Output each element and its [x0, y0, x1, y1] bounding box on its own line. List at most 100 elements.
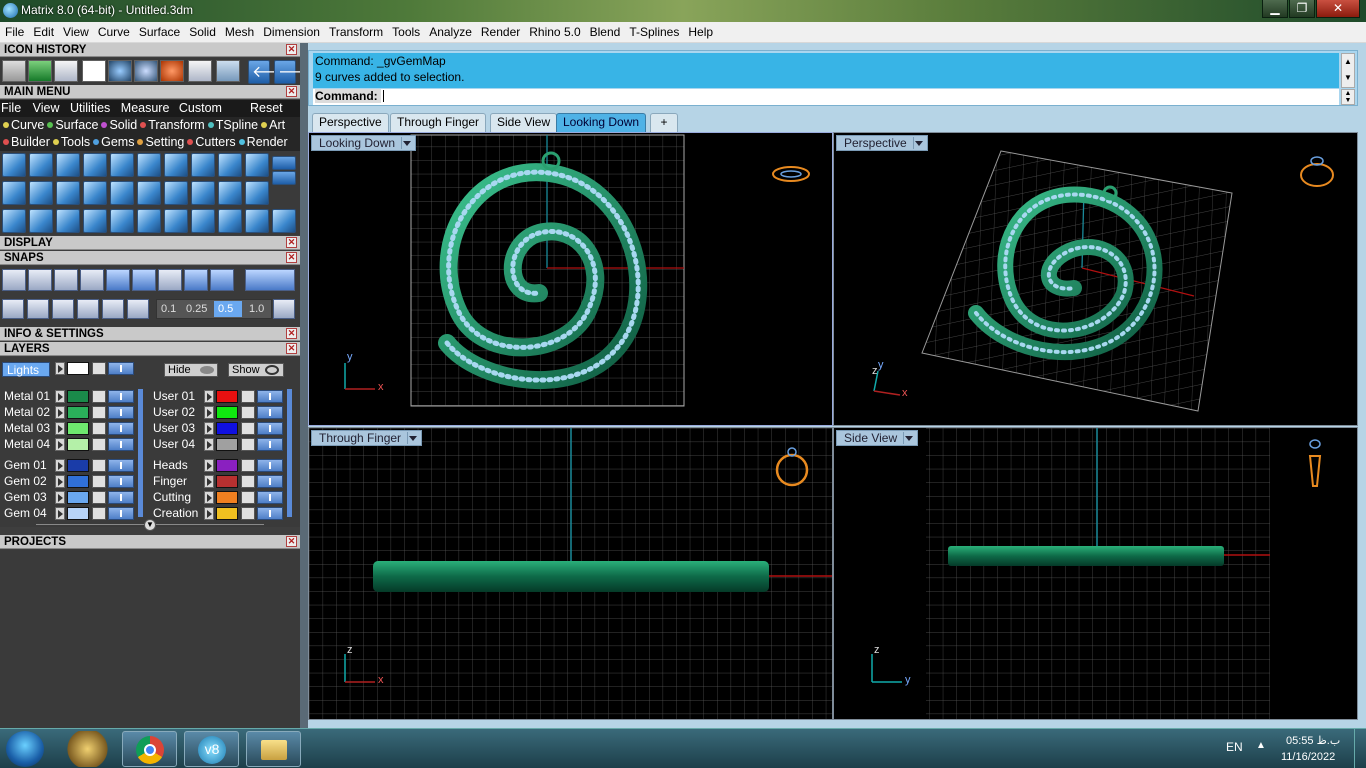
category-solid[interactable]: Solid [101, 117, 137, 134]
snap-value-10[interactable]: 1.0 [249, 303, 264, 315]
snap-toggle-button[interactable] [245, 269, 295, 291]
layer-row[interactable]: User 01 [149, 389, 294, 404]
layer-arrow-icon[interactable] [55, 459, 65, 472]
category-render[interactable]: Render [238, 134, 288, 151]
clock-date[interactable]: 11/16/2022 [1281, 751, 1335, 763]
lock-icon[interactable] [92, 422, 106, 435]
show-button[interactable]: Show [228, 363, 284, 377]
layer-name[interactable]: Metal 03 [0, 421, 52, 436]
layer-name[interactable]: Metal 01 [0, 389, 52, 404]
layers-scroll-bar-left[interactable] [138, 389, 143, 517]
category-surface[interactable]: Surface [47, 117, 98, 134]
layer-name[interactable]: Cutting [149, 490, 201, 505]
right-panel-toggle-b[interactable] [272, 171, 296, 185]
visibility-icon[interactable] [108, 438, 134, 451]
visibility-icon[interactable] [108, 406, 134, 419]
midpoint-snap-icon[interactable] [80, 269, 104, 291]
mirror-icon[interactable] [83, 209, 107, 233]
file-explorer-icon[interactable] [246, 731, 301, 767]
mm-custom[interactable]: Custom [179, 100, 222, 117]
close-icon[interactable]: ✕ [286, 536, 297, 547]
cutter-icon[interactable] [83, 181, 107, 205]
show-desktop-button[interactable] [1354, 729, 1366, 768]
visibility-icon[interactable] [108, 491, 134, 504]
paint-icon[interactable] [60, 731, 115, 767]
category-curve[interactable]: Curve [3, 117, 44, 134]
maximize-button[interactable]: ❐ [1289, 0, 1315, 18]
display-header[interactable]: DISPLAY ✕ [0, 236, 300, 250]
layer-row[interactable]: Cutting [149, 490, 294, 505]
layer-name[interactable]: Gem 01 [0, 458, 52, 473]
layer-arrow-icon[interactable] [204, 438, 214, 451]
expand-icon[interactable]: ▼ [144, 519, 156, 531]
quadrant-snap-icon[interactable] [132, 269, 156, 291]
layer-color-swatch[interactable] [67, 459, 89, 472]
category-art[interactable]: Art [261, 117, 285, 134]
layer-name[interactable]: Gem 02 [0, 474, 52, 489]
gear-icon[interactable] [245, 153, 269, 177]
line-snap-icon[interactable] [52, 299, 74, 319]
menu-solid[interactable]: Solid [184, 22, 220, 39]
sweep-icon[interactable] [164, 209, 188, 233]
layer-row[interactable]: Gem 04 [0, 506, 145, 521]
visibility-icon[interactable] [108, 475, 134, 488]
snaps-header[interactable]: SNAPS ✕ [0, 251, 300, 265]
box-snap-icon[interactable] [27, 299, 49, 319]
check-icon[interactable] [216, 60, 240, 82]
grid-toggle-icon[interactable] [273, 299, 295, 319]
circle-tool-icon[interactable] [272, 209, 296, 233]
point-snap-icon[interactable] [54, 269, 78, 291]
layer-row[interactable]: Creation [149, 506, 294, 521]
visibility-icon[interactable] [257, 475, 283, 488]
panel-splitter[interactable] [300, 43, 308, 728]
pave-icon[interactable] [137, 181, 161, 205]
layer-color-swatch[interactable] [67, 475, 89, 488]
mm-file[interactable]: File [1, 100, 21, 117]
menu-transform[interactable]: Transform [324, 22, 387, 39]
visibility-icon[interactable] [108, 422, 134, 435]
halo-icon[interactable] [191, 181, 215, 205]
layer-row[interactable]: Gem 02 [0, 474, 145, 489]
layer-color-swatch[interactable] [67, 422, 89, 435]
layer-color-swatch[interactable] [216, 406, 238, 419]
layer-arrow-icon[interactable] [55, 491, 65, 504]
layer-row[interactable]: Metal 03 [0, 421, 145, 436]
trim-icon[interactable] [110, 153, 134, 177]
tab-perspective[interactable]: Perspective [312, 113, 389, 132]
visibility-icon[interactable] [108, 390, 134, 403]
prongs-icon[interactable] [245, 181, 269, 205]
category-cutters[interactable]: Cutters [187, 134, 236, 151]
lock-icon[interactable] [92, 406, 106, 419]
end-snap-icon[interactable] [2, 269, 26, 291]
menu-help[interactable]: Help [683, 22, 717, 39]
layer-color-swatch[interactable] [216, 507, 238, 520]
camera-icon[interactable] [54, 60, 78, 82]
layer-name[interactable]: User 02 [149, 405, 201, 420]
grid-snap-icon[interactable] [2, 299, 24, 319]
near-snap-icon[interactable] [28, 269, 52, 291]
visibility-icon[interactable] [257, 507, 283, 520]
menu-analyze[interactable]: Analyze [424, 22, 476, 39]
lights-arrow-icon[interactable] [55, 362, 65, 375]
viewport-looking-down[interactable]: y x Looking Down [308, 132, 833, 426]
profile-icon[interactable] [2, 181, 26, 205]
layer-arrow-icon[interactable] [55, 422, 65, 435]
layer-name[interactable]: Metal 02 [0, 405, 52, 420]
start-button[interactable] [6, 731, 44, 767]
layer-row[interactable]: Metal 02 [0, 405, 145, 420]
layer-row[interactable]: User 02 [149, 405, 294, 420]
scale-icon[interactable] [137, 209, 161, 233]
menu-edit[interactable]: Edit [28, 22, 58, 39]
layer-color-swatch[interactable] [67, 438, 89, 451]
viewport-through-finger[interactable]: z x Through Finger [308, 427, 833, 720]
layout-icon[interactable] [218, 209, 242, 233]
snap-value-025[interactable]: 0.25 [186, 303, 207, 315]
vray-icon[interactable] [108, 60, 132, 82]
category-setting[interactable]: Setting [137, 134, 184, 151]
matrix-v8-icon[interactable]: v8 [184, 731, 239, 767]
layer-name[interactable]: Heads [149, 458, 201, 473]
layer-arrow-icon[interactable] [204, 459, 214, 472]
diamond-snap-icon[interactable] [102, 299, 124, 319]
snap-value-01[interactable]: 0.1 [161, 303, 176, 315]
layer-color-swatch[interactable] [216, 475, 238, 488]
